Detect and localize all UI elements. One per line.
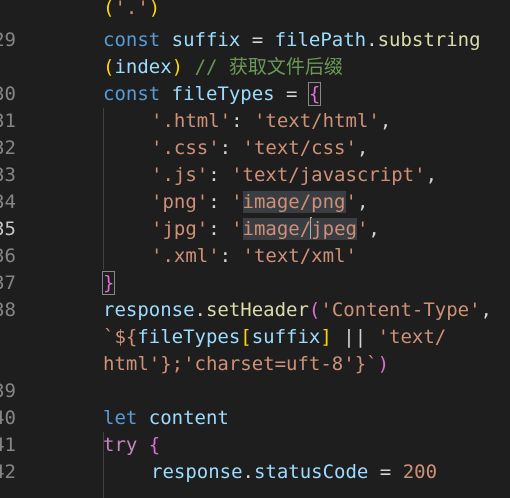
code-token: try — [103, 434, 149, 456]
code-token: 'text/css' — [242, 137, 357, 159]
code-token: = — [274, 83, 309, 105]
code-token: 'text/html' — [253, 110, 380, 132]
code-token: '.css' — [151, 137, 220, 159]
code-token: '.js' — [151, 164, 209, 186]
code-token: , — [379, 110, 392, 132]
code-token: , — [356, 191, 369, 213]
code-token: image/png — [242, 191, 346, 213]
code-line[interactable]: let content — [103, 405, 229, 432]
code-token: { — [307, 82, 322, 106]
code-token: ) — [148, 0, 161, 19]
code-token: 200 — [402, 461, 438, 483]
code-token: } — [160, 353, 172, 375]
code-token: ) — [377, 353, 390, 375]
code-token: 'jpg' — [151, 218, 209, 240]
code-token: const — [103, 29, 172, 51]
code-line[interactable]: '.css': 'text/css', — [151, 135, 368, 162]
code-editor[interactable]: 29 30 31 32 33 34 35 36 37 38 39 40 41 4… — [0, 0, 510, 498]
code-token: , — [425, 164, 438, 186]
code-token: 'Content-Type' — [320, 299, 481, 321]
code-token: jpeg — [311, 218, 357, 240]
code-token: filePath — [274, 29, 367, 51]
indent-guide — [103, 108, 104, 270]
code-token: `${ — [103, 326, 138, 348]
code-line[interactable]: response.statusCode = 200 — [151, 459, 437, 486]
code-token: '.' — [114, 0, 149, 19]
code-token: ' — [231, 191, 243, 213]
code-area[interactable]: ('.') const suffix = filePath.substring … — [0, 0, 510, 498]
code-line[interactable]: response.setHeader('Content-Type', — [103, 297, 492, 324]
code-line[interactable]: `${fileTypes[suffix] || 'text/ — [103, 324, 446, 351]
code-token: '.html' — [151, 110, 232, 132]
code-token: , — [356, 137, 369, 159]
code-token: // 获取文件后缀 — [194, 56, 343, 78]
code-token: fileTypes — [171, 83, 275, 105]
code-token: ( — [103, 0, 115, 19]
code-token: response — [103, 299, 195, 321]
code-token: '.xml' — [151, 245, 220, 267]
code-line[interactable]: } — [101, 270, 116, 297]
code-token: ' — [356, 218, 369, 240]
code-line[interactable]: const fileTypes = { — [103, 81, 322, 108]
code-line[interactable]: const suffix = filePath.substring — [103, 27, 481, 54]
code-token: , — [480, 299, 492, 321]
code-line[interactable]: ('.') — [103, 0, 160, 22]
code-token: } — [101, 271, 116, 295]
code-line-active[interactable]: 'jpg': 'image/jpeg', — [151, 216, 380, 243]
code-token: : — [208, 164, 232, 186]
code-line[interactable]: 'png': 'image/png', — [151, 189, 368, 216]
code-token: image/ — [242, 218, 312, 240]
code-token: . — [366, 29, 378, 51]
code-line[interactable]: html'};'charset=uft-8'}`) — [103, 351, 389, 378]
code-token: ;'charset=uft-8' — [171, 353, 355, 375]
code-line[interactable]: try { — [103, 432, 160, 459]
code-token: : — [219, 245, 243, 267]
code-token: fileTypes — [137, 326, 241, 348]
code-line[interactable]: (index) // 获取文件后缀 — [103, 54, 343, 81]
code-token: setHeader — [205, 299, 309, 321]
code-token: { — [148, 434, 161, 456]
code-token: ( — [308, 299, 321, 321]
code-token: : — [231, 110, 254, 132]
code-token: . — [194, 299, 206, 321]
code-token: 'text/ — [377, 326, 447, 348]
code-line[interactable]: '.js': 'text/javascript', — [151, 162, 437, 189]
code-token: let — [103, 407, 149, 429]
code-token: statusCode — [253, 461, 369, 483]
code-token: index — [114, 56, 172, 78]
code-token: suffix — [251, 326, 321, 348]
code-token: ( — [103, 56, 115, 78]
code-token: suffix — [171, 29, 241, 51]
code-token: , — [368, 218, 380, 240]
code-token: ' — [231, 218, 243, 240]
code-token: ) — [171, 56, 184, 78]
code-token: response — [151, 461, 243, 483]
code-token: || — [331, 326, 378, 348]
code-token: const — [103, 83, 172, 105]
code-token: 'text/xml' — [242, 245, 357, 267]
code-token: . — [242, 461, 254, 483]
code-token: = — [240, 29, 275, 51]
code-token: substring — [377, 29, 481, 51]
code-token: } — [354, 353, 367, 375]
code-token: [ — [240, 326, 252, 348]
code-token: = — [368, 461, 403, 483]
code-token: ] — [320, 326, 332, 348]
code-token: html' — [103, 353, 161, 375]
code-token: : — [208, 218, 232, 240]
code-line[interactable]: '.xml': 'text/xml' — [151, 243, 357, 270]
code-token: ` — [366, 353, 378, 375]
code-token: : — [208, 191, 232, 213]
code-token: content — [148, 407, 229, 429]
code-token: 'png' — [151, 191, 209, 213]
code-token: : — [219, 137, 243, 159]
code-token: 'text/javascript' — [231, 164, 426, 186]
code-token: ' — [345, 191, 357, 213]
code-line[interactable]: '.html': 'text/html', — [151, 108, 391, 135]
